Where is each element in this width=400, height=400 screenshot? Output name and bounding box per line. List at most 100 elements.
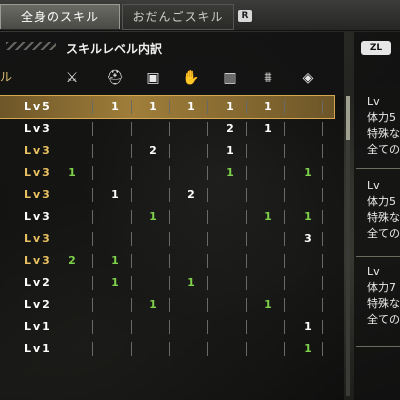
skill-point-cell (62, 210, 82, 224)
decor-zigzag (6, 42, 56, 50)
table-row[interactable]: Lv5 1 1 1 1 1 (0, 95, 335, 119)
r-button-icon[interactable]: R (238, 10, 252, 22)
skill-point-cell (181, 122, 201, 136)
column-divider (322, 320, 323, 334)
column-divider (284, 320, 285, 334)
skill-point-cell: 1 (68, 166, 76, 179)
skill-level-label: Lv1 (24, 320, 52, 333)
column-divider (284, 276, 285, 290)
column-divider (92, 100, 93, 114)
column-divider (284, 188, 285, 202)
column-divider (169, 298, 170, 312)
table-row[interactable]: Lv3 1 1 1 (0, 206, 334, 228)
skill-point-cell (62, 298, 82, 312)
column-divider (207, 210, 208, 224)
column-divider (169, 320, 170, 334)
column-divider (169, 122, 170, 136)
column-divider (131, 276, 132, 290)
column-divider (92, 276, 93, 290)
skill-point-cell (143, 320, 163, 334)
detail-level: Lv (367, 265, 380, 278)
column-divider (92, 166, 93, 180)
detail-line: 全ての (367, 143, 400, 156)
skill-point-cell: 1 (187, 100, 195, 113)
detail-line: 体力7 (367, 281, 396, 294)
detail-line: 全ての (367, 227, 400, 240)
column-divider (169, 276, 170, 290)
skill-point-cell: 1 (111, 254, 119, 267)
column-divider (131, 188, 132, 202)
skill-point-cell (298, 100, 318, 114)
table-row[interactable]: Lv2 1 1 (0, 294, 334, 316)
column-divider (246, 188, 247, 202)
detail-line: 特殊な (367, 297, 400, 310)
skill-point-cell (105, 298, 125, 312)
tab-full-body-skills[interactable]: 全身のスキル (0, 4, 120, 29)
column-divider (131, 342, 132, 356)
table-row[interactable]: Lv3 1 1 1 (0, 162, 334, 184)
skill-level-label: Lv3 (24, 232, 52, 245)
skill-point-cell: 1 (264, 100, 272, 113)
skill-point-cell (105, 320, 125, 334)
skill-point-cell (181, 342, 201, 356)
skill-point-cell: 1 (149, 100, 157, 113)
weapon-icon: ⚔ (65, 70, 79, 86)
column-divider (246, 320, 247, 334)
panel-title: スキルレベル内訳 (66, 42, 163, 56)
column-divider (246, 298, 247, 312)
column-divider (131, 122, 132, 136)
column-divider (207, 122, 208, 136)
column-divider (92, 342, 93, 356)
column-divider (284, 166, 285, 180)
column-divider (207, 100, 208, 114)
table-row[interactable]: Lv1 1 (0, 316, 334, 338)
skill-level-label: Lv2 (24, 298, 52, 311)
table-row[interactable]: Lv1 1 (0, 338, 334, 360)
column-divider (284, 100, 285, 114)
tab-dango-skills[interactable]: おだんごスキル (122, 4, 234, 30)
table-row[interactable]: Lv3 1 2 (0, 184, 334, 206)
skill-point-cell: 1 (226, 144, 234, 157)
column-divider (131, 210, 132, 224)
skill-point-cell: 1 (149, 210, 157, 223)
table-row[interactable]: Lv3 3 (0, 228, 334, 250)
skill-point-cell (143, 342, 163, 356)
scrollbar-thumb[interactable] (346, 96, 350, 140)
column-divider (322, 210, 323, 224)
column-divider (207, 188, 208, 202)
column-divider (322, 254, 323, 268)
column-divider (284, 144, 285, 158)
column-divider (92, 232, 93, 246)
column-divider (92, 254, 93, 268)
skill-point-cell: 2 (187, 188, 195, 201)
skill-point-cell: 1 (304, 320, 312, 333)
column-divider (322, 122, 323, 136)
table-row[interactable]: Lv3 2 1 (0, 250, 334, 272)
skill-level-label: Lv1 (24, 342, 52, 355)
column-divider (92, 320, 93, 334)
skill-point-cell (143, 188, 163, 202)
scrollbar-track[interactable] (346, 96, 350, 396)
skill-point-cell (220, 298, 240, 312)
column-divider (284, 232, 285, 246)
column-divider (246, 276, 247, 290)
skill-point-cell (105, 144, 125, 158)
panel-header: スキルレベル内訳 ル ⚔ ⛑ ▣ ✋ ▥ ⩩ ◈ (0, 32, 344, 96)
column-divider (284, 298, 285, 312)
skill-point-cell (62, 144, 82, 158)
table-row[interactable]: Lv3 2 1 (0, 118, 334, 140)
zl-button-icon[interactable]: ZL (361, 41, 391, 55)
skill-point-cell (62, 320, 82, 334)
column-divider (284, 210, 285, 224)
skill-point-cell (220, 254, 240, 268)
skill-point-cell (181, 232, 201, 246)
table-row[interactable]: Lv3 2 1 (0, 140, 334, 162)
column-divider (246, 342, 247, 356)
column-divider (169, 144, 170, 158)
skill-point-cell: 1 (264, 122, 272, 135)
table-row[interactable]: Lv2 1 1 (0, 272, 334, 294)
skill-point-cell (220, 188, 240, 202)
column-divider (322, 298, 323, 312)
skill-breakdown-panel: スキルレベル内訳 ル ⚔ ⛑ ▣ ✋ ▥ ⩩ ◈ Lv5 1 1 1 1 1 Lv3 2 1 Lv… (0, 32, 344, 400)
skill-point-cell (181, 144, 201, 158)
